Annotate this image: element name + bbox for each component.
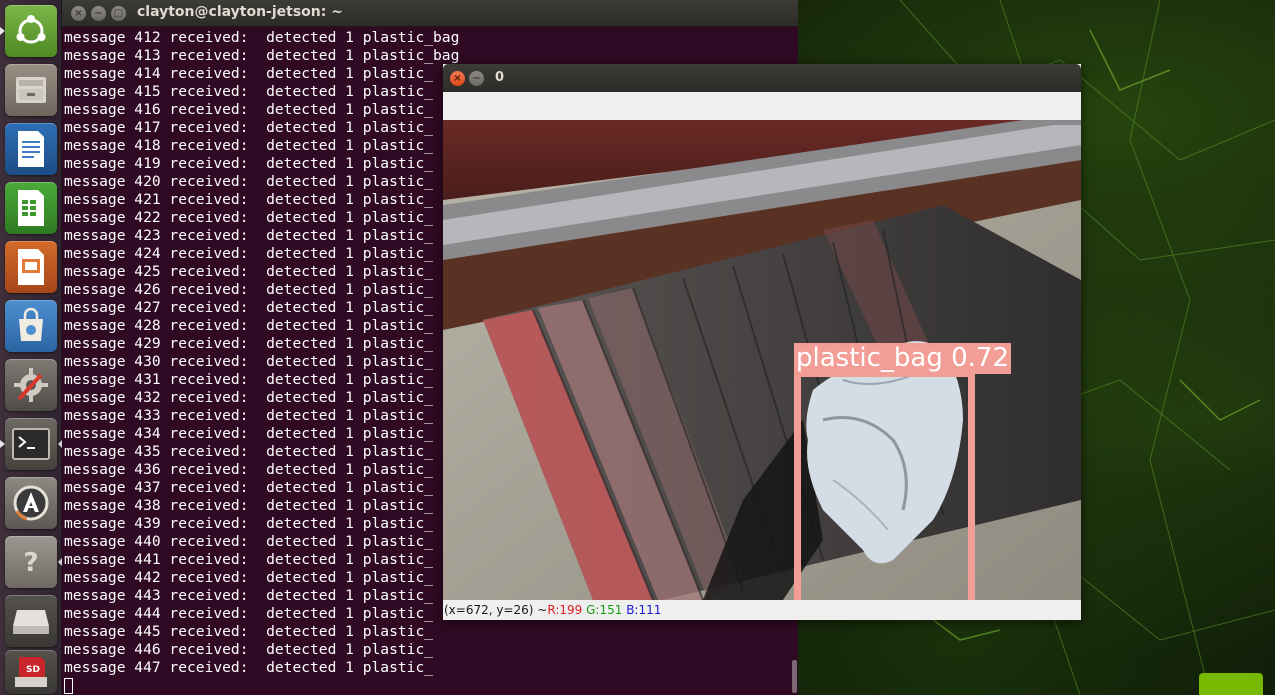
- cursor-coordinates: (x=672, y=26) ~: [444, 603, 548, 617]
- sd-label: SD: [26, 665, 40, 675]
- viewer-statusbar: (x=672, y=26) ~ R:199 G:151 B:111: [443, 600, 1081, 620]
- terminal-line: message 445 received: detected 1 plastic…: [64, 623, 434, 640]
- help-icon[interactable]: ?: [5, 536, 57, 588]
- maximize-button[interactable]: □: [111, 6, 126, 21]
- viewer-title: 0: [495, 70, 505, 85]
- system-settings-icon[interactable]: [5, 359, 57, 411]
- terminal-line: message 447 received: detected 1 plastic…: [64, 659, 434, 676]
- terminal-title: clayton@clayton-jetson: ~: [137, 4, 343, 20]
- terminal-line: message 413 received: detected 1 plastic…: [64, 47, 460, 64]
- terminal-scrollbar[interactable]: [792, 660, 797, 693]
- minimize-button[interactable]: −: [91, 6, 106, 21]
- files-icon[interactable]: [5, 64, 57, 116]
- camera-frame[interactable]: plastic_bag 0.72: [443, 120, 1081, 600]
- detection-bounding-box: [794, 370, 975, 600]
- terminal-line: message 412 received: detected 1 plastic…: [64, 29, 460, 46]
- terminal-cursor: [64, 678, 73, 694]
- nvidia-logo: [1199, 673, 1263, 695]
- minimize-button[interactable]: −: [469, 71, 484, 86]
- terminal-icon[interactable]: [5, 418, 57, 470]
- impress-icon[interactable]: [5, 241, 57, 293]
- pixel-blue-value: B:111: [626, 603, 662, 617]
- launcher: ? SD: [0, 0, 62, 695]
- detection-label: plastic_bag 0.72: [794, 343, 1012, 374]
- writer-icon[interactable]: [5, 123, 57, 175]
- viewer-titlebar[interactable]: × − 0: [443, 64, 1081, 92]
- image-viewer-window[interactable]: × − 0 plastic_bag 0.72 (x=672, y=26) ~R:…: [443, 64, 1081, 620]
- viewer-toolbar: [443, 92, 1081, 120]
- ubuntu-dash-icon[interactable]: [5, 5, 57, 57]
- software-center-icon[interactable]: [5, 300, 57, 352]
- close-button[interactable]: ×: [450, 71, 465, 86]
- calc-icon[interactable]: [5, 182, 57, 234]
- running-indicator: [0, 440, 5, 448]
- terminal-line: message 446 received: detected 1 plastic…: [64, 641, 434, 658]
- sd-card-icon[interactable]: SD: [5, 650, 57, 694]
- pixel-red-value: R:199: [547, 603, 583, 617]
- close-button[interactable]: ×: [71, 6, 86, 21]
- svg-text:?: ?: [23, 548, 38, 578]
- removable-drive-icon[interactable]: [5, 595, 57, 647]
- pixel-green-value: G:151: [586, 603, 623, 617]
- terminal-titlebar[interactable]: × − □ clayton@clayton-jetson: ~: [62, 0, 798, 27]
- software-updater-icon[interactable]: [5, 477, 57, 529]
